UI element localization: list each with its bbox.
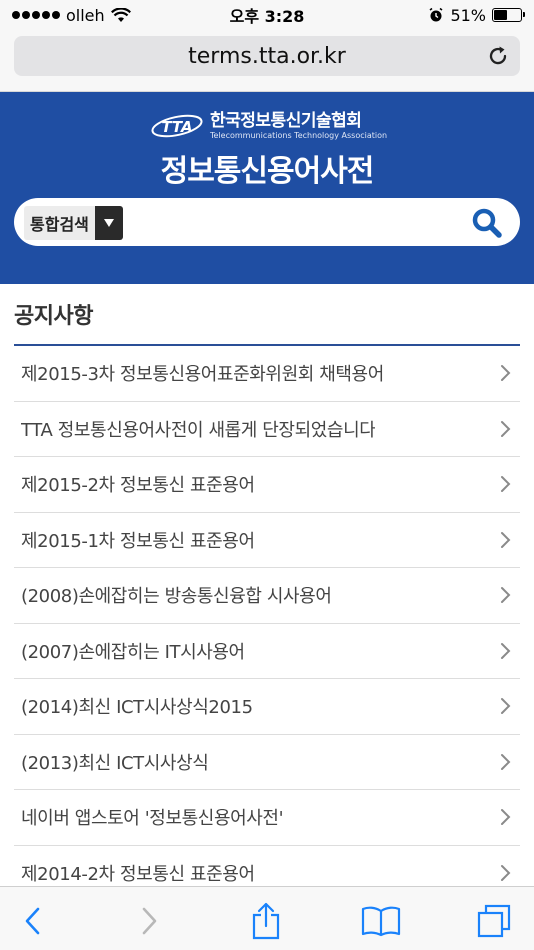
battery-icon (492, 8, 525, 22)
notice-item[interactable]: (2013)최신 ICT시사상식 (14, 735, 520, 790)
notice-item-title: 제2015-2차 정보통신 표준용어 (21, 475, 255, 497)
notice-title: 공지사항 (14, 304, 93, 329)
status-right: 51% (428, 5, 525, 25)
chevron-right-icon (142, 907, 157, 935)
notice-item-title: (2014)최신 ICT시사상식2015 (21, 697, 253, 719)
url-bar[interactable]: terms.tta.or.kr (14, 36, 520, 76)
search-input[interactable] (164, 204, 454, 240)
reload-icon[interactable] (486, 44, 510, 68)
chevron-right-icon (501, 698, 511, 715)
notice-item-title: 네이버 앱스토어 '정보통신용어사전' (21, 808, 284, 830)
chevron-right-icon (501, 476, 511, 493)
alarm-icon (429, 7, 443, 22)
notice-item-title: 제2015-3차 정보통신용어표준화위원회 채택용어 (21, 364, 384, 386)
notice-item[interactable]: (2007)손에잡히는 IT시사용어 (14, 624, 520, 679)
notice-item-title: (2013)최신 ICT시사상식 (21, 752, 209, 774)
chevron-right-icon (501, 587, 511, 604)
tta-mark-text: TTA (161, 118, 192, 136)
tabs-icon (477, 904, 511, 938)
book-icon (361, 906, 401, 937)
share-button[interactable] (246, 901, 286, 941)
tta-logo-mark: TTA (151, 114, 203, 138)
tta-logo[interactable]: TTA 한국정보통신기술협회 Telecommunications Techno… (150, 108, 390, 144)
notice-item[interactable]: TTA 정보통신용어사전이 새롭게 단장되었습니다 (14, 402, 520, 457)
carrier-name: olleh (66, 5, 105, 25)
search-scope-select[interactable]: 통합검색 (24, 206, 123, 240)
bookmarks-button[interactable] (360, 901, 402, 941)
notice-item-title: (2007)손에잡히는 IT시사용어 (21, 641, 245, 663)
search-button[interactable] (470, 206, 504, 240)
notice-item[interactable]: 제2015-3차 정보통신용어표준화위원회 채택용어 (14, 346, 520, 402)
status-bar: olleh 오후 3:28 51% (0, 0, 534, 30)
notice-item[interactable]: (2008)손에잡히는 방송통신융합 시사용어 (14, 568, 520, 624)
share-icon (252, 902, 280, 940)
chevron-right-icon (501, 864, 511, 881)
url-text: terms.tta.or.kr (188, 43, 346, 69)
chevron-right-icon (501, 365, 511, 382)
chevron-left-icon (25, 907, 40, 935)
chevron-right-icon (501, 753, 511, 770)
notice-item[interactable]: 네이버 앱스토어 '정보통신용어사전' (14, 790, 520, 846)
notice-item-title: TTA 정보통신용어사전이 새롭게 단장되었습니다 (21, 419, 376, 441)
chevron-right-icon (501, 642, 511, 659)
forward-button[interactable] (130, 901, 170, 941)
back-button[interactable] (12, 901, 52, 941)
notice-item[interactable]: 제2015-1차 정보통신 표준용어 (14, 513, 520, 568)
search-scope-label: 통합검색 (24, 206, 95, 240)
notice-item[interactable]: (2014)최신 ICT시사상식2015 (14, 679, 520, 735)
battery-percent: 51% (450, 5, 486, 25)
caret-down-icon (94, 206, 123, 240)
notice-item-title: (2008)손에잡히는 방송통신융합 시사용어 (21, 586, 332, 608)
site-header: TTA 한국정보통신기술협회 Telecommunications Techno… (0, 92, 534, 284)
site-title: 정보통신용어사전 (160, 154, 375, 189)
tabs-button[interactable] (474, 901, 514, 941)
search-box: 통합검색 (14, 198, 520, 246)
chevron-right-icon (501, 809, 511, 826)
wifi-icon (110, 7, 131, 22)
notice-list: 제2015-3차 정보통신용어표준화위원회 채택용어 TTA 정보통신용어사전이 … (14, 346, 520, 901)
signal-icon (12, 11, 60, 19)
logo-org-en: Telecommunications Technology Associatio… (210, 130, 388, 140)
browser-toolbar (0, 886, 534, 950)
chevron-right-icon (501, 420, 511, 437)
notice-item[interactable]: 제2015-2차 정보통신 표준용어 (14, 457, 520, 513)
browser-address-area: terms.tta.or.kr (0, 30, 534, 92)
search-icon (472, 208, 502, 238)
logo-org-kr: 한국정보통신기술협회 (210, 110, 362, 131)
carrier-signal: olleh (12, 6, 131, 25)
notice-item-title: 제2015-1차 정보통신 표준용어 (21, 530, 255, 552)
logo-text: 한국정보통신기술협회 Telecommunications Technology… (210, 110, 388, 140)
chevron-right-icon (501, 531, 511, 548)
notice-item-title: 제2014-2차 정보통신 표준용어 (21, 863, 255, 885)
